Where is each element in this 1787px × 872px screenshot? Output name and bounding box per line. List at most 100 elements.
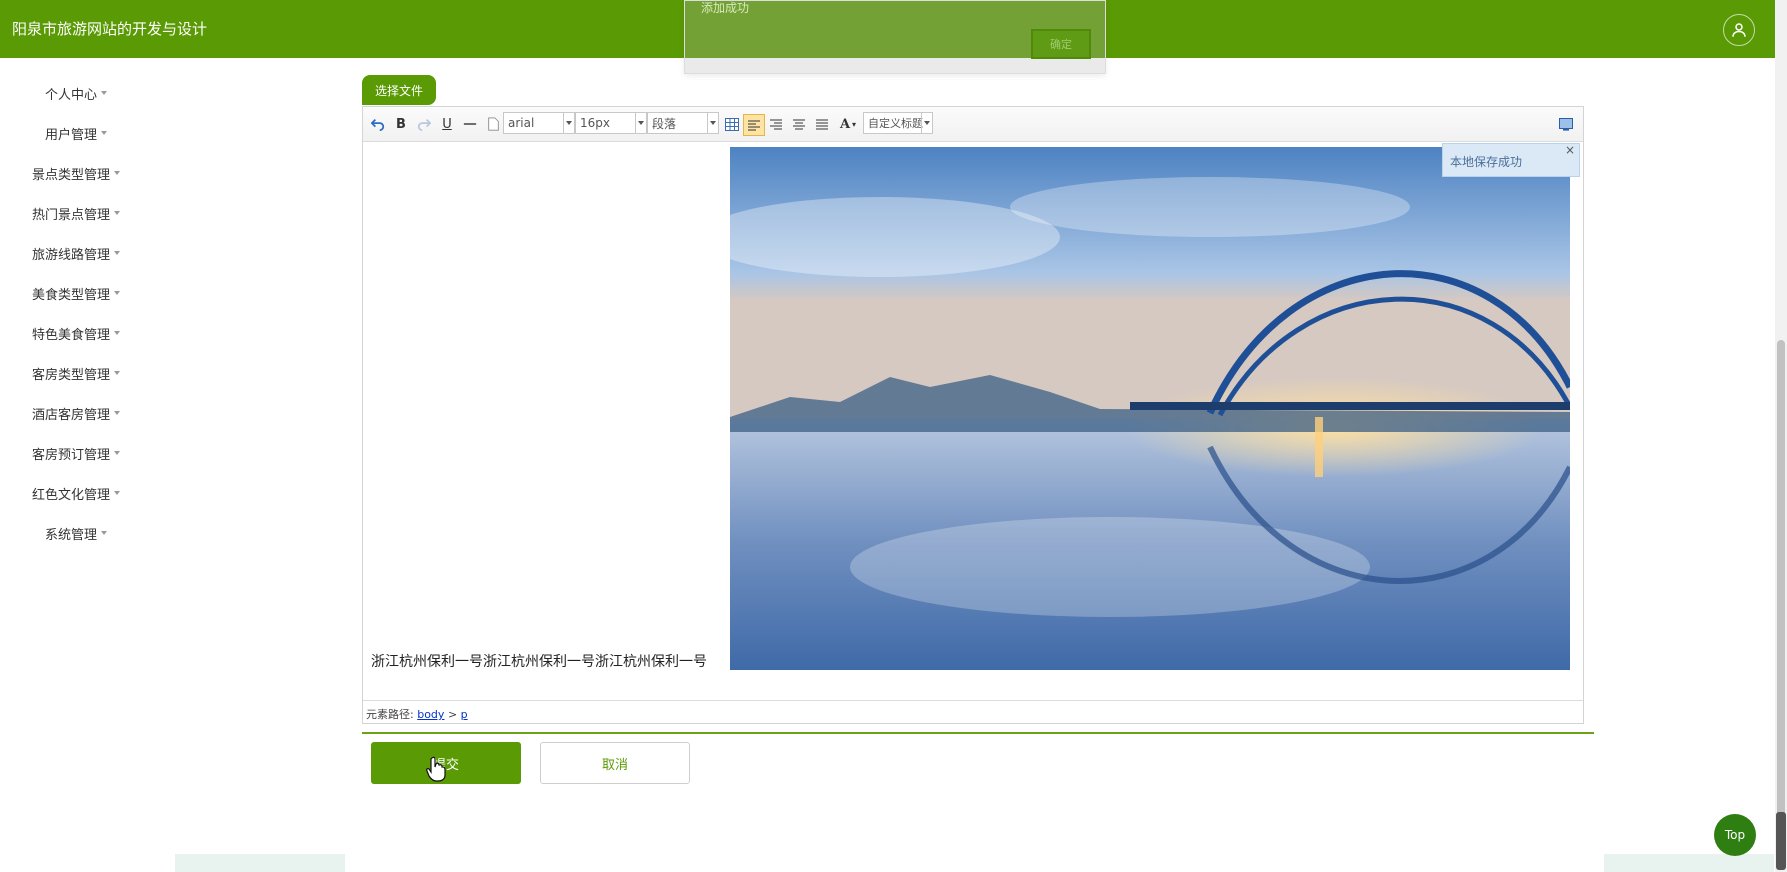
caret-down-icon — [114, 411, 120, 415]
toast-message: 添加成功 — [701, 1, 750, 15]
editor-body-text: 浙江杭州保利一号浙江杭州保利一号浙江杭州保利一号 — [371, 654, 707, 670]
caret-down-icon — [114, 291, 120, 295]
sidebar-item-label: 红色文化管理 — [31, 487, 110, 503]
hand-cursor-icon — [426, 756, 446, 782]
custom-title-select[interactable]: 自定义标题 — [863, 112, 933, 134]
underline-button[interactable]: U — [437, 114, 457, 134]
sidebar-item-special-food[interactable]: 特色美食管理 — [0, 316, 152, 350]
table-icon — [725, 117, 739, 131]
dropdown-arrow-icon — [563, 113, 574, 133]
sidebar-item-system[interactable]: 系统管理 — [0, 516, 152, 550]
sidebar-item-travel-route[interactable]: 旅游线路管理 — [0, 236, 152, 270]
editor-content-area[interactable]: 浙江杭州保利一号浙江杭州保利一号浙江杭州保利一号 本地保存成功 × — [363, 142, 1583, 689]
caret-down-icon — [114, 251, 120, 255]
local-save-text: 本地保存成功 — [1450, 155, 1523, 169]
align-left-button[interactable] — [743, 114, 765, 136]
sidebar-item-label: 特色美食管理 — [31, 327, 110, 343]
user-icon — [1732, 23, 1746, 37]
font-family-value: arial — [508, 116, 535, 130]
sidebar-item-label: 旅游线路管理 — [31, 247, 110, 263]
sidebar-item-room-booking[interactable]: 客房预订管理 — [0, 436, 152, 470]
toast-ok-button[interactable]: 确定 — [1031, 29, 1091, 59]
caret-down-icon — [101, 131, 107, 135]
sidebar-item-label: 热门景点管理 — [31, 207, 110, 223]
undo-icon — [371, 119, 385, 131]
sidebar-item-scenic-type[interactable]: 景点类型管理 — [0, 156, 152, 190]
new-document-button[interactable] — [483, 114, 503, 134]
sidebar-item-label: 景点类型管理 — [31, 167, 110, 183]
footer-band-right — [1604, 854, 1774, 872]
horizontal-rule-button[interactable] — [460, 114, 480, 134]
paragraph-select[interactable]: 段落 — [647, 112, 719, 134]
font-size-select[interactable]: 16px — [575, 112, 647, 134]
scrollbar-track-highlight[interactable] — [1777, 340, 1785, 870]
chevron-down-icon: ▾ — [852, 119, 857, 129]
sidebar-item-user-management[interactable]: 用户管理 — [0, 116, 152, 150]
dropdown-arrow-icon — [635, 113, 646, 133]
caret-down-icon — [114, 451, 120, 455]
cancel-button[interactable]: 取消 — [540, 742, 690, 784]
path-separator: > — [447, 708, 458, 721]
font-size-value: 16px — [580, 116, 610, 130]
sidebar-item-hot-scenic[interactable]: 热门景点管理 — [0, 196, 152, 230]
justify-icon — [816, 119, 828, 129]
element-path-label: 元素路径: — [366, 708, 414, 721]
sidebar-item-red-culture[interactable]: 红色文化管理 — [0, 476, 152, 510]
align-left-icon — [748, 120, 760, 130]
form-divider — [362, 732, 1594, 734]
caret-down-icon — [114, 371, 120, 375]
caret-down-icon — [101, 531, 107, 535]
sidebar-item-label: 系统管理 — [44, 527, 97, 543]
horizontal-rule-icon — [463, 123, 477, 125]
sidebar-item-label: 用户管理 — [44, 127, 97, 143]
success-toast: 添加成功 确定 — [684, 0, 1106, 74]
sidebar-item-personal-center[interactable]: 个人中心 — [0, 76, 152, 110]
font-family-select[interactable]: arial — [503, 112, 575, 134]
caret-down-icon — [114, 491, 120, 495]
caret-down-icon — [114, 171, 120, 175]
back-to-top-button[interactable]: Top — [1714, 814, 1756, 856]
font-color-button[interactable]: A ▾ — [835, 114, 861, 134]
inserted-image-bridge[interactable] — [730, 147, 1570, 670]
document-icon — [487, 117, 499, 131]
scrollbar-thumb[interactable] — [1776, 812, 1786, 870]
path-body-link[interactable]: body — [417, 708, 444, 721]
page-scrollbar[interactable] — [1775, 0, 1787, 872]
sidebar-item-label: 客房类型管理 — [31, 367, 110, 383]
sidebar-item-room-type[interactable]: 客房类型管理 — [0, 356, 152, 390]
align-center-icon — [793, 119, 805, 129]
custom-title-value: 自定义标题 — [868, 117, 923, 130]
submit-button[interactable]: 提交 — [371, 742, 521, 784]
path-p-link[interactable]: p — [461, 708, 468, 721]
editor-toolbar: B U arial 16px 段落 A ▾ 自定义标题 — [363, 107, 1583, 142]
sidebar-item-label: 酒店客房管理 — [31, 407, 110, 423]
redo-icon — [417, 119, 431, 131]
fullscreen-button[interactable] — [1556, 114, 1576, 134]
sidebar-item-food-type[interactable]: 美食类型管理 — [0, 276, 152, 310]
caret-down-icon — [114, 211, 120, 215]
sidebar-item-label: 个人中心 — [44, 87, 97, 103]
user-menu-button[interactable] — [1723, 14, 1755, 46]
align-center-button[interactable] — [789, 114, 809, 134]
monitor-icon — [1559, 117, 1573, 131]
justify-button[interactable] — [812, 114, 832, 134]
insert-table-button[interactable] — [722, 114, 742, 134]
align-right-button[interactable] — [766, 114, 786, 134]
rich-text-editor: B U arial 16px 段落 A ▾ 自定义标题 浙江杭州保利一号浙江杭州… — [362, 106, 1584, 724]
caret-down-icon — [101, 91, 107, 95]
undo-button[interactable] — [368, 114, 388, 134]
sidebar-item-label: 美食类型管理 — [31, 287, 110, 303]
font-color-label: A — [839, 116, 851, 132]
sidebar-item-hotel-room[interactable]: 酒店客房管理 — [0, 396, 152, 430]
redo-button[interactable] — [414, 114, 434, 134]
caret-down-icon — [114, 331, 120, 335]
footer-band-left — [175, 854, 345, 872]
close-icon[interactable]: × — [1565, 143, 1575, 157]
choose-file-button[interactable]: 选择文件 — [362, 75, 436, 105]
element-path-bar: 元素路径: body > p — [363, 700, 1583, 723]
dropdown-arrow-icon — [921, 113, 932, 133]
bold-button[interactable]: B — [391, 114, 411, 134]
align-right-icon — [770, 119, 782, 129]
site-title: 阳泉市旅游网站的开发与设计 — [12, 20, 208, 38]
dropdown-arrow-icon — [707, 113, 718, 133]
